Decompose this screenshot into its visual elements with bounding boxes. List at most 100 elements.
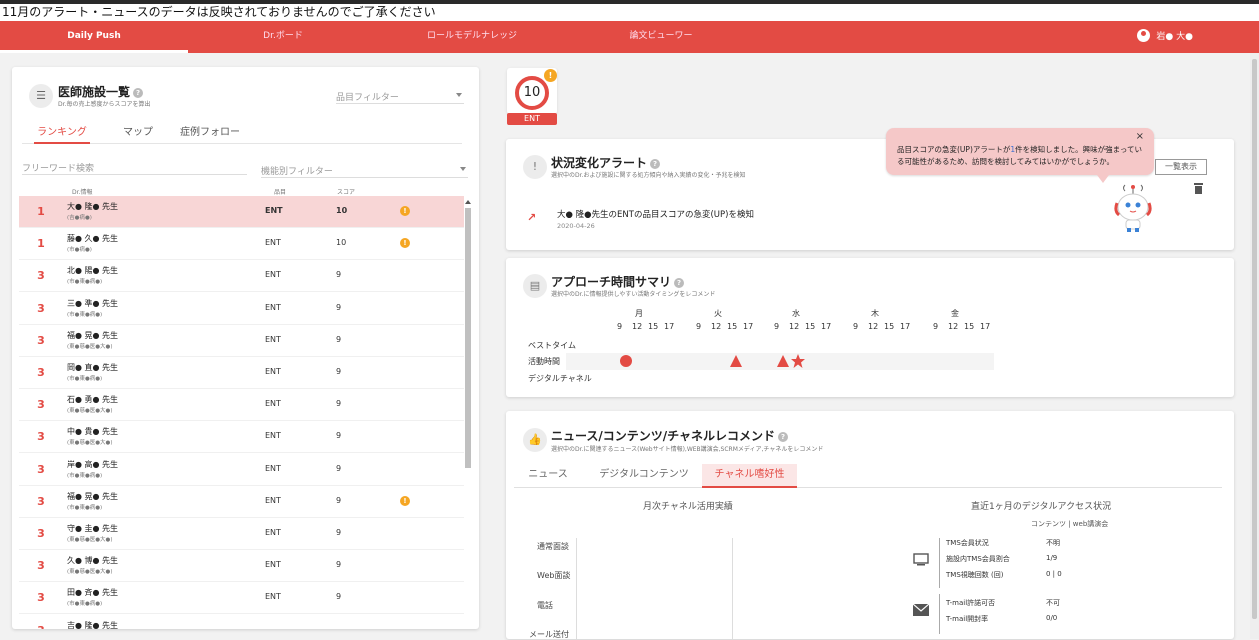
table-row[interactable]: 3 岸● 高● 先生 (市●東●病●) ENT 9 xyxy=(19,454,464,486)
row-facility: (東●慈●医●大●) xyxy=(67,343,113,350)
chart-axis xyxy=(576,538,577,639)
mascot-robot-icon[interactable] xyxy=(1113,181,1153,233)
hour-label: 9 xyxy=(933,322,939,331)
access-sub-header: コンテンツ | web講演会 xyxy=(1031,520,1109,528)
nav-paper-viewer[interactable]: 論文ビューワー xyxy=(604,21,718,53)
product-score-badge[interactable]: 10 ! ENT xyxy=(507,68,557,125)
row-doctor-name: 大● 隆● 先生 xyxy=(67,202,119,211)
day-label: 木 xyxy=(871,309,879,318)
activity-mark-triangle xyxy=(777,355,789,367)
table-row[interactable]: 3 石● 勇● 先生 (東●慈●医●大●) ENT 9 xyxy=(19,389,464,422)
row-rank: 3 xyxy=(37,559,45,573)
access-value: 不可 xyxy=(1046,599,1060,607)
row-product: ENT xyxy=(265,560,281,570)
table-row[interactable]: 3 福● 晃● 先生 (市●東●病●) ENT 9! xyxy=(19,486,464,518)
table-row[interactable]: 3 田● 斉● 先生 (市●東●病●) ENT 9 xyxy=(19,582,464,615)
nav-daily-push[interactable]: Daily Push xyxy=(0,21,188,53)
tab-news[interactable]: ニュース xyxy=(520,464,576,488)
row-product: ENT xyxy=(265,431,281,441)
help-icon[interactable]: ? xyxy=(778,431,789,442)
trash-icon[interactable] xyxy=(1194,183,1203,194)
table-row[interactable]: 3 吉● 隆● 先生 xyxy=(19,615,464,629)
help-icon[interactable]: ? xyxy=(133,87,144,98)
row-product: ENT xyxy=(265,238,281,248)
assistant-balloon: × 品目スコアの急変(UP)アラートが1件を検知しました。興味が強まっている可能… xyxy=(886,128,1154,183)
trending-up-icon: ↗ xyxy=(527,211,537,224)
row-score: 9 xyxy=(336,270,342,280)
row-rank: 3 xyxy=(34,624,48,629)
doctor-facility-panel: ☰ 医師施設一覧? Dr.毎の売上感度からスコアを算出 品目フィルター ランキン… xyxy=(12,67,479,629)
tab-case-follow[interactable]: 症例フォロー xyxy=(178,123,242,144)
list-view-button[interactable]: 一覧表示 xyxy=(1155,159,1207,175)
day-label: 月 xyxy=(635,309,643,318)
table-row[interactable]: 1 藤● 久● 先生 (市●病●) ENT 10! xyxy=(19,228,464,261)
close-icon[interactable]: × xyxy=(1136,131,1144,143)
row-doctor-name: 吉● 隆● 先生 xyxy=(67,620,119,629)
row-facility: (東●慈●医●大●) xyxy=(67,440,113,447)
function-filter-select[interactable]: 機能別フィルター xyxy=(261,164,468,178)
list-scrollbar[interactable] xyxy=(464,198,472,629)
product-filter-select[interactable]: 品目フィルター xyxy=(336,90,464,104)
table-row[interactable]: 3 三● 準● 先生 (市●東●病●) ENT 9 xyxy=(19,293,464,325)
list-icon: ☰ xyxy=(29,84,53,108)
alert-item-text[interactable]: 大● 隆●先生のENTの品目スコアの急変(UP)を検知 xyxy=(557,208,754,220)
hour-label: 15 xyxy=(884,322,895,331)
tab-digital-content[interactable]: デジタルコンテンツ xyxy=(594,464,694,488)
row-score: 10 xyxy=(336,206,348,215)
row-product: ENT xyxy=(265,528,281,537)
top-navigation: Daily Push Dr.ボード ロールモデルナレッジ 論文ビューワー 岩● … xyxy=(0,21,1259,53)
card-subtitle: 選択中のDr.に情報提供しやすい活動タイミングをレコメンド xyxy=(551,291,716,298)
tms-divider xyxy=(939,538,940,588)
hour-label: 15 xyxy=(964,322,975,331)
alert-icon: ! xyxy=(400,238,410,249)
table-row[interactable]: 3 福● 晃● 先生 (東●慈●医●大●) ENT 9 xyxy=(19,325,464,357)
list-scrollbar-thumb[interactable] xyxy=(465,208,471,468)
row-score: 9 xyxy=(336,431,342,441)
nav-dr-board[interactable]: Dr.ボード xyxy=(230,21,336,53)
table-row[interactable]: 3 北● 陽● 先生 (市●東●病●) ENT 9 xyxy=(19,260,464,293)
hour-label: 17 xyxy=(900,322,911,331)
nav-role-model-knowledge[interactable]: ロールモデルナレッジ xyxy=(408,21,536,53)
row-score: 9 xyxy=(336,367,342,376)
hour-label: 12 xyxy=(632,322,643,331)
row-facility: (市●東●病●) xyxy=(67,504,103,511)
page-scrollbar[interactable] xyxy=(1250,53,1259,639)
user-name: 岩● 大● xyxy=(1156,32,1193,42)
row-rank: 3 xyxy=(37,333,45,347)
help-icon[interactable]: ? xyxy=(650,158,661,169)
table-row[interactable]: 3 中● 貴● 先生 (東●慈●医●大●) ENT 9 xyxy=(19,421,464,454)
row-product: ENT xyxy=(265,302,281,312)
table-row[interactable]: 3 久● 博● 先生 (東●慈●医●大●) ENT 9 xyxy=(19,550,464,583)
row-doctor-name: 田● 斉● 先生 xyxy=(67,588,119,598)
hour-label: 12 xyxy=(868,322,879,331)
tab-channel-preference[interactable]: チャネル嗜好性 xyxy=(702,464,797,488)
row-facility: (市●東●病●) xyxy=(67,279,103,286)
ranking-list: 1 大● 隆● 先生 (吉●病●) ENT 10! 1 藤● 久● 先生 (市●病●) ENT 1… xyxy=(19,196,464,629)
row-doctor-name: 三● 準● 先生 xyxy=(67,298,119,308)
user-menu[interactable]: 岩● 大● xyxy=(1137,29,1193,42)
row-rank: 3 xyxy=(37,527,45,540)
help-icon[interactable]: ? xyxy=(674,277,685,288)
access-label: T-mail開封率 xyxy=(946,615,989,623)
tab-ranking[interactable]: ランキング xyxy=(34,123,90,144)
calendar-list-icon: ▤ xyxy=(523,274,547,298)
table-row[interactable]: 1 大● 隆● 先生 (吉●病●) ENT 10! xyxy=(19,196,464,228)
row-rank: 1 xyxy=(37,205,45,218)
page-scrollbar-thumb[interactable] xyxy=(1252,59,1257,619)
scroll-up-icon[interactable] xyxy=(465,200,471,204)
tab-map[interactable]: マップ xyxy=(115,123,161,144)
hour-label: 17 xyxy=(980,322,991,331)
col-header-score: スコア xyxy=(337,189,356,196)
table-row[interactable]: 3 守● 圭● 先生 (東●慈●医●大●) ENT 9 xyxy=(19,518,464,550)
exclamation-icon: ! xyxy=(523,155,547,179)
activity-mark-triangle xyxy=(730,355,742,367)
card-title: 状況変化アラート? xyxy=(551,154,661,171)
digital-access-title: 直近1ヶ月のデジタルアクセス状況 xyxy=(971,502,1112,512)
freeword-search-input[interactable]: フリーワード検索 xyxy=(22,161,247,175)
row-product: ENT xyxy=(265,495,281,505)
table-row[interactable]: 3 岡● 直● 先生 (市●東●病●) ENT 9 xyxy=(19,357,464,389)
thumbs-up-icon: 👍 xyxy=(523,428,547,452)
activity-mark-circle xyxy=(620,355,632,367)
chevron-down-icon xyxy=(456,93,462,97)
row-doctor-name: 福● 晃● 先生 xyxy=(67,330,119,340)
